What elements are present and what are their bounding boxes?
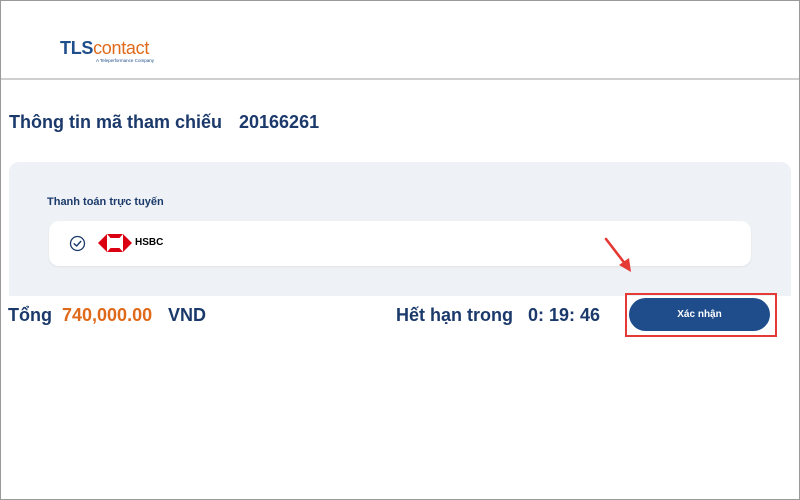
- total-currency: VND: [168, 305, 207, 325]
- expiry-label: Hết hạn trong: [396, 305, 513, 325]
- expiry-timer: 0: 19: 46: [528, 305, 601, 325]
- tlscontact-logo[interactable]: TLScontact A Teleperformance Company: [60, 39, 180, 69]
- total-label: Tổng: [8, 305, 52, 325]
- reference-label: Thông tin mã tham chiếu: [9, 112, 223, 132]
- bank-name-label: HSBC: [135, 237, 164, 248]
- hsbc-logo-icon: [98, 234, 132, 252]
- reference-number: 20166261: [239, 112, 320, 132]
- confirm-button[interactable]: Xác nhận: [629, 298, 770, 331]
- expiry-countdown: Hết hạn trong 0: 19: 46: [396, 305, 616, 327]
- logo-wordmark: TLScontact: [60, 39, 180, 57]
- logo-tagline: A Teleperformance Company: [96, 58, 154, 63]
- logo-brand-first: TLS: [60, 38, 94, 58]
- annotation-arrow-icon: [604, 237, 631, 272]
- payment-section-title: Thanh toán trực tuyến: [47, 196, 164, 208]
- check-circle-icon: [69, 235, 86, 252]
- total-amount: 740,000.00: [62, 305, 153, 325]
- header-bar: TLScontact A Teleperformance Company: [1, 1, 799, 80]
- payment-option-hsbc[interactable]: HSBC: [49, 221, 751, 266]
- payment-panel: Thanh toán trực tuyến HSBC: [9, 162, 791, 296]
- logo-brand-second: contact: [93, 38, 150, 58]
- total-summary: Tổng 740,000.00 VND: [8, 305, 268, 327]
